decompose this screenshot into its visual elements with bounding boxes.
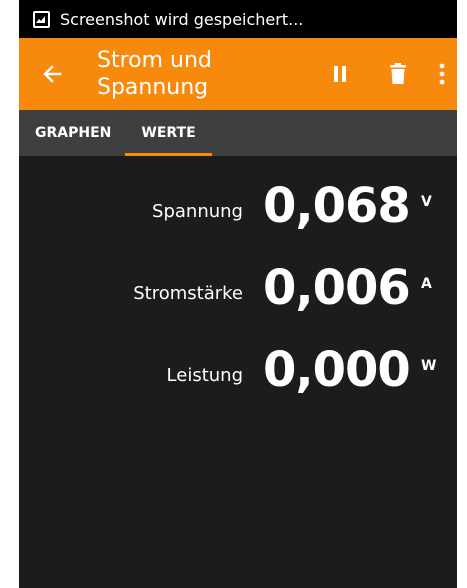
value-label: Stromstärke	[133, 283, 243, 304]
value-label: Spannung	[152, 201, 243, 222]
app-screen: Screenshot wird gespeichert... Strom und…	[19, 0, 457, 588]
status-notification-text: Screenshot wird gespeichert...	[60, 9, 304, 29]
pause-icon	[334, 66, 346, 82]
value-reading: 0,068	[263, 178, 411, 234]
value-row-stromstaerke: Stromstärke 0,006 A	[19, 260, 457, 342]
more-vert-icon	[439, 63, 445, 85]
back-arrow-icon	[43, 65, 62, 83]
status-bar: Screenshot wird gespeichert...	[19, 0, 457, 38]
value-row-spannung: Spannung 0,068 V	[19, 178, 457, 260]
more-options-button[interactable]	[427, 38, 457, 110]
value-unit: V	[421, 194, 432, 210]
tab-bar: GRAPHEN WERTE	[19, 110, 457, 156]
value-unit: W	[421, 358, 437, 374]
trash-icon	[390, 63, 406, 84]
screenshot-icon	[33, 10, 50, 28]
value-label: Leistung	[166, 365, 243, 386]
tab-graphen-label: GRAPHEN	[35, 125, 112, 141]
tab-graphen[interactable]: GRAPHEN	[35, 110, 111, 156]
back-button[interactable]	[25, 38, 79, 110]
values-panel: Spannung 0,068 V Stromstärke 0,006 A Lei…	[19, 156, 457, 424]
toolbar-actions	[311, 38, 457, 110]
app-toolbar: Strom und Spannung	[19, 38, 457, 110]
value-unit: A	[421, 276, 432, 292]
pause-button[interactable]	[311, 38, 369, 110]
value-reading: 0,006	[263, 260, 411, 316]
delete-button[interactable]	[369, 38, 427, 110]
page-title-line1: Strom und	[97, 48, 212, 73]
tab-werte[interactable]: WERTE	[125, 110, 212, 156]
tab-werte-label: WERTE	[141, 125, 196, 141]
value-reading: 0,000	[263, 342, 411, 398]
value-row-leistung: Leistung 0,000 W	[19, 342, 457, 424]
page-title-line2: Spannung	[97, 75, 209, 100]
page-title: Strom und Spannung	[97, 47, 247, 101]
